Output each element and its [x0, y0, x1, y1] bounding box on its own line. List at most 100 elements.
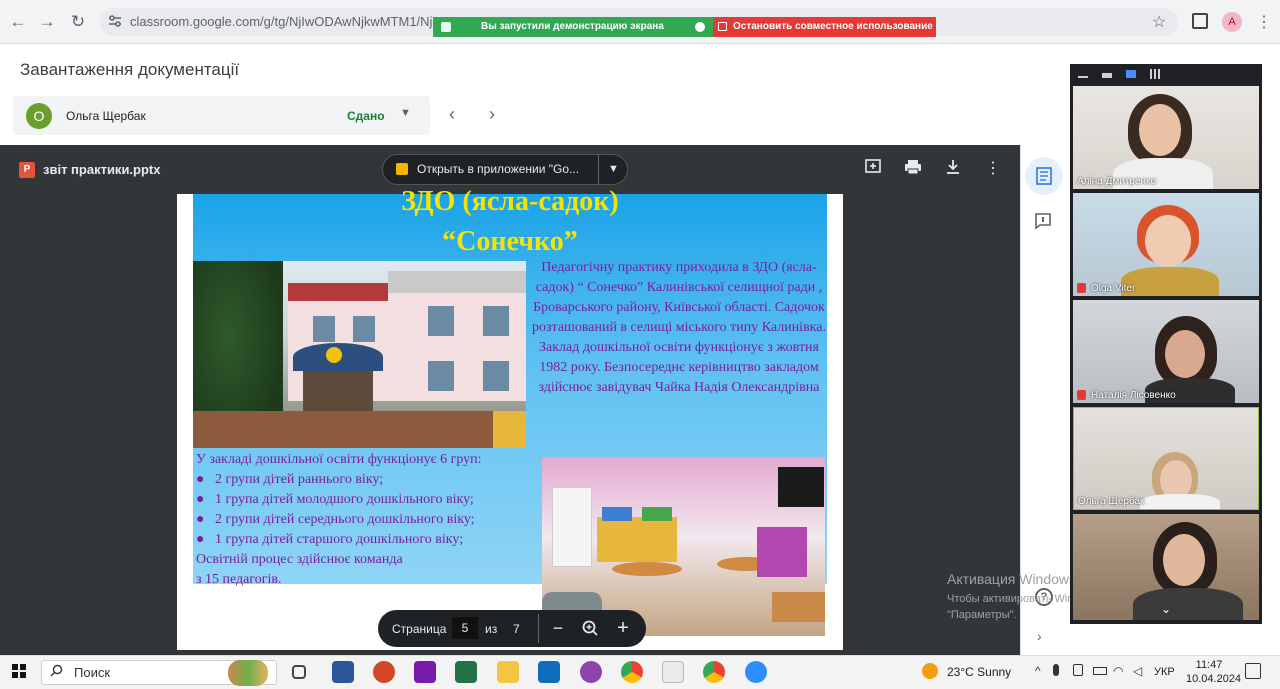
- submission-status: Сдано: [347, 109, 385, 123]
- page-title: Завантаження документації: [20, 60, 240, 79]
- participant-name: Наталія Лісовенко: [1091, 390, 1176, 401]
- more-options-icon[interactable]: ⋮: [982, 158, 1004, 180]
- mic-off-icon: [1077, 390, 1086, 400]
- participant-tile[interactable]: Наталія Лісовенко: [1073, 300, 1259, 403]
- participant-tile[interactable]: Olga Viter: [1073, 193, 1259, 296]
- battery-icon[interactable]: [1093, 667, 1107, 675]
- task-view-icon[interactable]: [292, 665, 306, 679]
- profile-avatar[interactable]: A: [1222, 12, 1242, 32]
- pager-divider: [538, 614, 539, 643]
- chevron-right-icon[interactable]: ›: [1037, 628, 1042, 644]
- background-page-strip: [1260, 80, 1280, 655]
- page-total: 7: [513, 622, 520, 636]
- slide-paragraph: Педагогічну практику приходила в ЗДО (яс…: [532, 260, 826, 395]
- tile-small-icon[interactable]: [1102, 73, 1112, 78]
- shield-check-icon: [695, 22, 705, 32]
- page-of-label: из: [485, 622, 498, 636]
- chevron-down-icon[interactable]: ⌄: [1161, 602, 1171, 616]
- snipping-tool-icon[interactable]: [662, 661, 684, 683]
- document-icon: [1036, 167, 1052, 185]
- video-layout-controls[interactable]: [1074, 68, 1174, 82]
- page-number-input[interactable]: 5: [452, 617, 478, 639]
- search-placeholder[interactable]: Поиск: [74, 665, 110, 680]
- bookmark-star-icon[interactable]: ☆: [1152, 12, 1166, 32]
- tray-overflow-icon[interactable]: ^: [1035, 664, 1041, 678]
- chevron-down-icon[interactable]: ▼: [400, 107, 411, 119]
- slide-title: ЗДО (ясла-садок): [401, 186, 619, 217]
- participant-name: Olga Viter: [1091, 283, 1136, 294]
- participant-tile[interactable]: Ольга Щербак: [1073, 407, 1259, 510]
- participant-name: Ольга Щербак: [1078, 496, 1145, 507]
- slide-outro-count: з 15 педагогів.: [196, 572, 282, 587]
- wifi-icon[interactable]: ◠: [1113, 664, 1123, 678]
- grid-view-icon[interactable]: [1150, 69, 1160, 79]
- stop-icon: [718, 22, 727, 31]
- url-text[interactable]: classroom.google.com/g/tg/NjIwODAwNjkwMT…: [130, 14, 440, 29]
- zoom-reset-icon[interactable]: [580, 617, 600, 639]
- slides-app-icon: [396, 163, 408, 175]
- student-name: Ольга Щербак: [66, 109, 146, 123]
- participant-name: Аліна Дмитренко: [1077, 176, 1157, 187]
- zoom-out-icon[interactable]: −: [548, 617, 568, 639]
- chrome-icon[interactable]: [621, 661, 643, 683]
- open-with-label[interactable]: Открыть в приложении "Go...: [417, 162, 579, 176]
- zoom-in-icon[interactable]: +: [613, 617, 633, 639]
- open-with-dropdown-icon[interactable]: ▼: [598, 154, 628, 185]
- slide-list-item: ● 1 група дітей старшого дошкільного вік…: [196, 532, 464, 547]
- document-details-button[interactable]: [1025, 157, 1063, 195]
- powerpoint-taskbar-icon[interactable]: [373, 661, 395, 683]
- slide-list-item: ● 1 група дітей молодшого дошкільного ві…: [196, 492, 474, 507]
- word-icon[interactable]: [332, 661, 354, 683]
- back-icon[interactable]: ←: [6, 10, 30, 34]
- tile-sidebar-icon[interactable]: [1126, 70, 1136, 78]
- download-icon[interactable]: [942, 158, 964, 180]
- volume-icon[interactable]: ◁: [1133, 664, 1142, 678]
- onenote-icon[interactable]: [414, 661, 436, 683]
- add-comment-icon[interactable]: [862, 158, 884, 180]
- minimize-icon[interactable]: [1078, 76, 1088, 78]
- slide-outro: Освітній процес здійснює команда: [196, 552, 403, 567]
- windows-activation-settings: "Параметры".: [947, 609, 1017, 621]
- zoom-app-icon[interactable]: [745, 661, 767, 683]
- weather-sun-icon[interactable]: [922, 663, 938, 679]
- forward-icon[interactable]: →: [35, 10, 59, 34]
- input-language[interactable]: УКР: [1154, 666, 1175, 678]
- share-icon: [441, 22, 451, 32]
- notifications-icon[interactable]: [1245, 663, 1261, 679]
- slide-list-item-text: 2 групи дітей середнього дошкільного вік…: [214, 512, 475, 527]
- system-clock[interactable]: 11:47 10.04.2024: [1186, 658, 1242, 686]
- browser-menu-icon[interactable]: ⋮: [1256, 12, 1272, 32]
- slide-list-item: ● 2 групи дітей середнього дошкільного в…: [196, 512, 475, 527]
- stop-sharing-button[interactable]: Остановить совместное использование: [713, 17, 936, 37]
- previous-student-icon[interactable]: ‹: [449, 104, 455, 125]
- viber-icon[interactable]: [580, 661, 602, 683]
- next-student-icon[interactable]: ›: [489, 104, 495, 125]
- windows-start-icon[interactable]: [12, 664, 26, 678]
- clock-time: 11:47: [1195, 659, 1223, 671]
- slide-title-name: “Сонечко”: [442, 226, 578, 257]
- file-name: звіт практики.pptx: [43, 162, 161, 177]
- comment-icon[interactable]: [1034, 212, 1052, 230]
- reload-icon[interactable]: ↻: [66, 10, 90, 34]
- chrome-profile-icon[interactable]: [703, 661, 725, 683]
- site-info-icon[interactable]: [108, 14, 122, 28]
- slide-list-item-text: 1 група дітей старшого дошкільного віку;: [214, 532, 464, 547]
- weather-text[interactable]: 23°C Sunny: [947, 665, 1011, 679]
- student-avatar: О: [26, 103, 52, 129]
- clock-date: 10.04.2024: [1186, 673, 1242, 685]
- mic-off-icon: [1077, 283, 1086, 293]
- file-explorer-icon[interactable]: [497, 661, 519, 683]
- page-label: Страница: [392, 622, 447, 636]
- participant-tile[interactable]: Аліна Дмитренко: [1073, 86, 1259, 189]
- search-highlight-icon[interactable]: [228, 660, 268, 686]
- mail-icon[interactable]: [538, 661, 560, 683]
- phone-link-icon[interactable]: [1073, 664, 1083, 676]
- slide-list-item-text: 1 група дітей молодшого дошкільного віку…: [214, 492, 474, 507]
- participant-tile[interactable]: ⌄: [1073, 514, 1259, 620]
- microphone-icon[interactable]: [1053, 664, 1059, 676]
- side-panel-icon[interactable]: [1192, 13, 1208, 29]
- slide-list-item-text: 2 групи дітей раннього віку;: [214, 472, 384, 487]
- print-icon[interactable]: [902, 158, 924, 180]
- excel-icon[interactable]: [455, 661, 477, 683]
- kindergarten-building-photo: [193, 261, 526, 448]
